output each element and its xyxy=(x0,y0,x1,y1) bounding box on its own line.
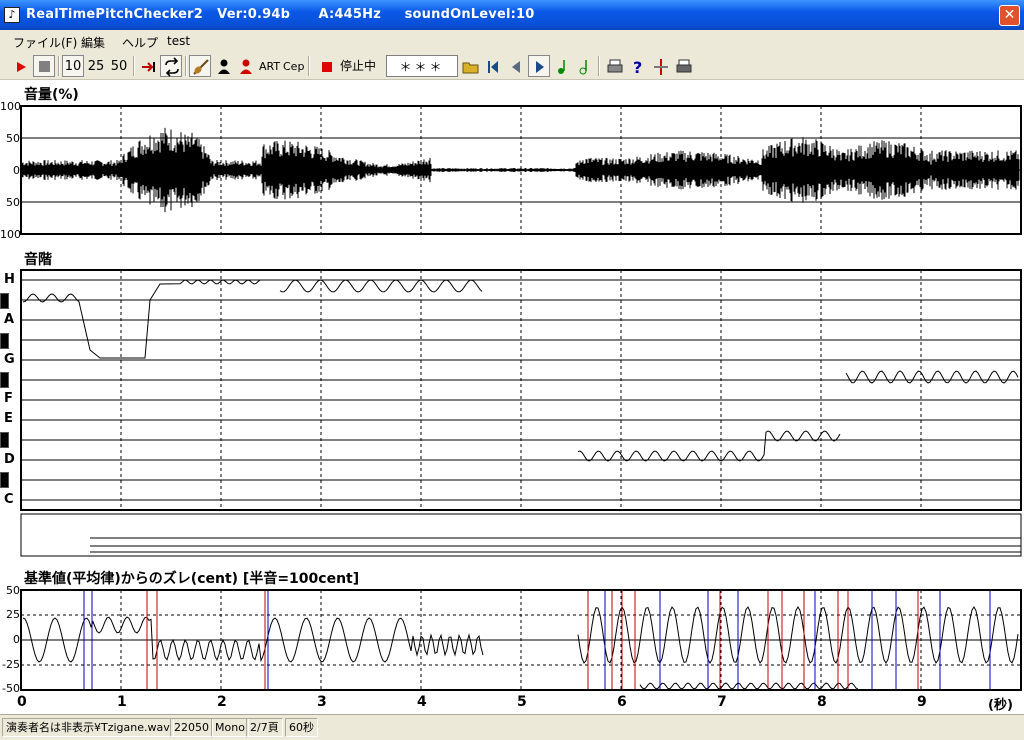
status-sample-rate: 22050 xyxy=(170,718,213,737)
plot-graphics xyxy=(20,105,1022,691)
status-bar: 演奏者名は非表示¥Tzigane.wav 22050 Mono 2/7頁 60秒 xyxy=(0,714,1024,740)
octave-strip xyxy=(20,513,1022,557)
status-page: 2/7頁 xyxy=(246,718,283,737)
status-channels: Mono xyxy=(211,718,249,737)
status-file: 演奏者名は非表示¥Tzigane.wav xyxy=(2,718,174,737)
status-length: 60秒 xyxy=(285,718,318,737)
